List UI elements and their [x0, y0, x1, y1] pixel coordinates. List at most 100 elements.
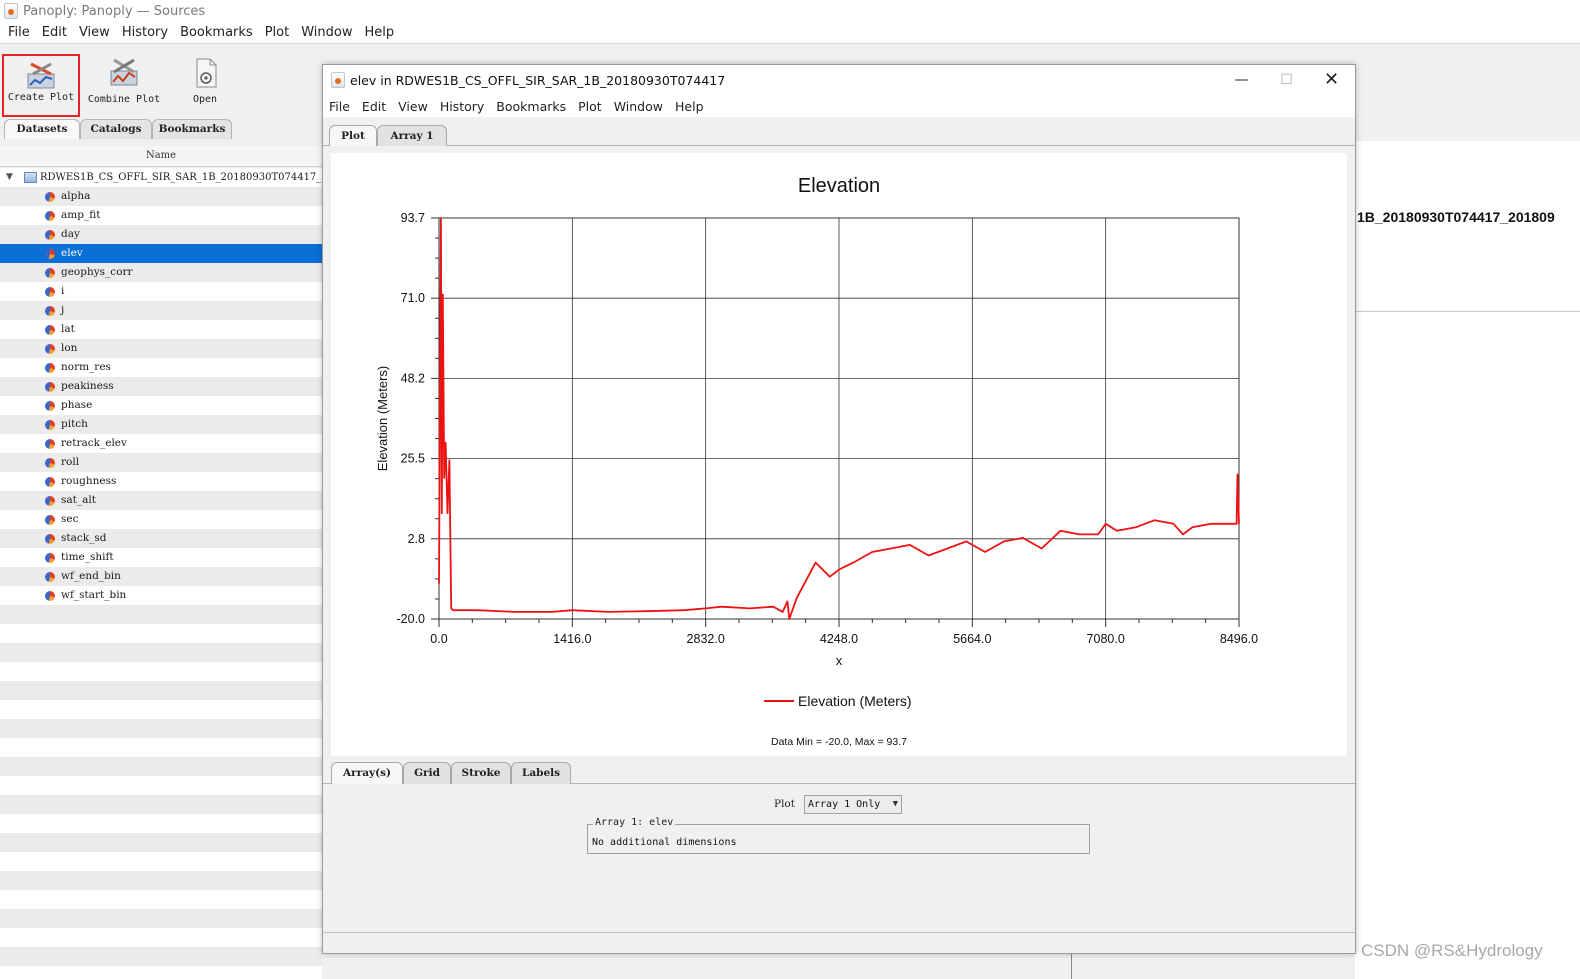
menu-window[interactable]: Window	[608, 99, 669, 114]
menu-view[interactable]: View	[392, 99, 434, 114]
tree-variable-alpha[interactable]: alpha	[0, 187, 322, 206]
settings-panel: Plot Array 1 Only ▼ Array 1: elev No add…	[323, 784, 1355, 934]
close-button[interactable]: ✕	[1309, 65, 1354, 95]
tree-variable-roughness[interactable]: roughness	[0, 472, 322, 491]
tree-variable-j[interactable]: j	[0, 301, 322, 320]
x-axis-label: x	[836, 653, 843, 668]
menu-plot[interactable]: Plot	[572, 99, 608, 114]
tree-variable-lon[interactable]: lon	[0, 339, 322, 358]
variable-icon	[45, 192, 55, 202]
menu-edit[interactable]: Edit	[36, 25, 73, 40]
menu-window[interactable]: Window	[295, 25, 358, 40]
menu-file[interactable]: File	[2, 25, 36, 40]
tree-variable-day[interactable]: day	[0, 225, 322, 244]
tree-variable-peakiness[interactable]: peakiness	[0, 377, 322, 396]
variable-label: retrack_elev	[61, 437, 127, 449]
plot-statusbar	[323, 932, 1355, 953]
variable-label: amp_fit	[61, 209, 101, 221]
plot-select-dropdown[interactable]: Array 1 Only ▼	[804, 795, 902, 814]
y-axis-label: Elevation (Meters)	[375, 366, 390, 471]
tree-variable-pitch[interactable]: pitch	[0, 415, 322, 434]
create-plot-icon	[27, 62, 55, 89]
variable-label: roll	[61, 456, 80, 468]
menu-bookmarks[interactable]: Bookmarks	[174, 25, 259, 40]
java-app-icon	[331, 72, 345, 88]
tree-variable-phase[interactable]: phase	[0, 396, 322, 415]
expand-arrow-icon[interactable]: ▼	[6, 168, 13, 187]
dataset-file-icon	[24, 172, 37, 183]
data-range-footer: Data Min = -20.0, Max = 93.7	[771, 736, 907, 748]
tree-column-header[interactable]: Name	[0, 146, 322, 167]
combine-plot-label: Combine Plot	[87, 94, 161, 105]
menu-history[interactable]: History	[116, 25, 174, 40]
variable-icon	[45, 401, 55, 411]
open-button[interactable]: Open	[166, 53, 244, 117]
minimize-button[interactable]: —	[1219, 65, 1264, 95]
tab-grid[interactable]: Grid	[403, 762, 451, 784]
x-tick-label: 8496.0	[1220, 632, 1258, 646]
tab-labels[interactable]: Labels	[511, 762, 571, 784]
tree-variable-time-shift[interactable]: time_shift	[0, 548, 322, 567]
tree-file-row[interactable]: ▼ RDWES1B_CS_OFFL_SIR_SAR_1B_20180930T07…	[0, 168, 322, 187]
x-tick-label: 5664.0	[953, 632, 991, 646]
tree-variable-retrack-elev[interactable]: retrack_elev	[0, 434, 322, 453]
menu-plot[interactable]: Plot	[259, 25, 296, 40]
y-tick-label: 71.0	[401, 291, 425, 305]
tree-variable-sat-alt[interactable]: sat_alt	[0, 491, 322, 510]
array-group-title: Array 1: elev	[593, 817, 676, 828]
array-group-box: Array 1: elev No additional dimensions	[587, 817, 1090, 854]
tab-bookmarks[interactable]: Bookmarks	[152, 119, 232, 139]
y-tick-label: 2.8	[408, 532, 425, 546]
tab-array-1[interactable]: Array 1	[377, 125, 447, 146]
window-title: Panoply: Panoply — Sources	[23, 3, 206, 19]
menu-file[interactable]: File	[323, 99, 356, 114]
tree-variable-roll[interactable]: roll	[0, 453, 322, 472]
tree-variable-geophys-corr[interactable]: geophys_corr	[0, 263, 322, 282]
x-tick-label: 4248.0	[820, 632, 858, 646]
tree-variable-sec[interactable]: sec	[0, 510, 322, 529]
main-titlebar: Panoply: Panoply — Sources	[0, 0, 1580, 22]
combine-plot-icon	[110, 58, 138, 86]
settings-tabs: Array(s) Grid Stroke Labels	[323, 762, 1355, 784]
menu-bookmarks[interactable]: Bookmarks	[490, 99, 572, 114]
menu-history[interactable]: History	[434, 99, 490, 114]
variable-label: geophys_corr	[61, 266, 133, 278]
variable-icon	[45, 344, 55, 354]
tree-variable-stack-sd[interactable]: stack_sd	[0, 529, 322, 548]
x-tick-label: 7080.0	[1087, 632, 1125, 646]
tab-datasets[interactable]: Datasets	[4, 119, 80, 139]
tab-catalogs[interactable]: Catalogs	[80, 119, 152, 139]
tree-variable-wf-end-bin[interactable]: wf_end_bin	[0, 567, 322, 586]
tree-variable-elev[interactable]: elev	[0, 244, 322, 263]
variable-icon	[45, 306, 55, 316]
variable-label: j	[61, 304, 65, 316]
variable-label: wf_end_bin	[61, 570, 121, 582]
menu-edit[interactable]: Edit	[356, 99, 392, 114]
tree-variable-wf-start-bin[interactable]: wf_start_bin	[0, 586, 322, 605]
tab-arrays[interactable]: Array(s)	[331, 762, 403, 784]
combine-plot-button[interactable]: Combine Plot	[85, 53, 163, 117]
plot-tabs: Plot Array 1	[323, 122, 1355, 146]
y-tick-label: -20.0	[397, 612, 426, 626]
variable-label: lon	[61, 342, 78, 354]
tab-plot[interactable]: Plot	[329, 125, 377, 146]
menu-help[interactable]: Help	[669, 99, 710, 114]
chevron-down-icon: ▼	[892, 799, 898, 809]
tab-stroke[interactable]: Stroke	[451, 762, 511, 784]
variable-label: alpha	[61, 190, 91, 202]
variable-label: pitch	[61, 418, 88, 430]
tree-variable-amp-fit[interactable]: amp_fit	[0, 206, 322, 225]
variable-label: sat_alt	[61, 494, 96, 506]
right-panel-title: 1B_20180930T074417_201809	[1357, 209, 1555, 225]
menu-help[interactable]: Help	[358, 25, 400, 40]
variable-label: stack_sd	[61, 532, 107, 544]
menu-view[interactable]: View	[73, 25, 116, 40]
tree-variable-i[interactable]: i	[0, 282, 322, 301]
tree-variable-norm-res[interactable]: norm_res	[0, 358, 322, 377]
open-label: Open	[192, 94, 218, 105]
create-plot-button[interactable]: Create Plot	[2, 54, 80, 117]
maximize-button[interactable]: ☐	[1264, 65, 1309, 95]
source-tabs: Datasets Catalogs Bookmarks	[0, 117, 322, 139]
variable-icon	[45, 230, 55, 240]
tree-variable-lat[interactable]: lat	[0, 320, 322, 339]
